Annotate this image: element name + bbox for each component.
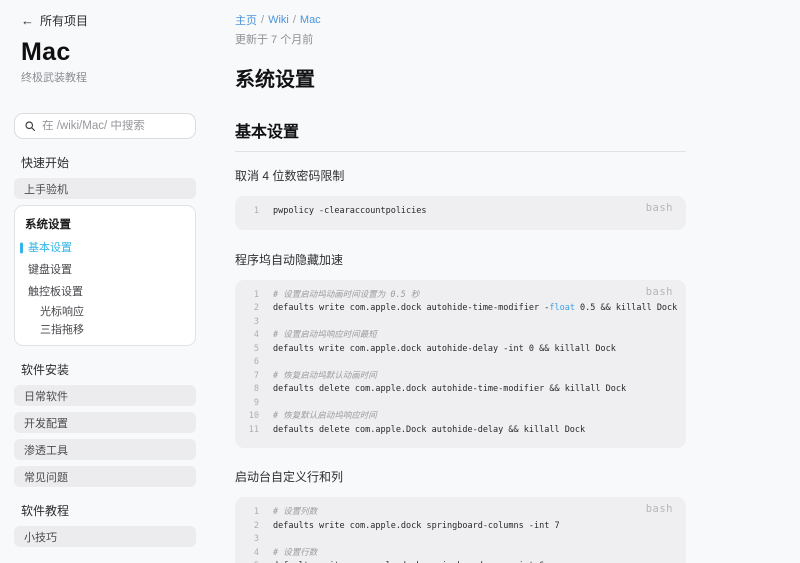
- code-line: 9: [245, 397, 680, 411]
- section-title: 基本设置: [235, 118, 686, 152]
- code-lang-badge: bash: [645, 202, 673, 214]
- line-content: # 恢复启动坞默认动画时间: [273, 370, 377, 381]
- nav-group-system-settings: 系统设置 基本设置 键盘设置 触控板设置 光标响应 三指拖移: [14, 205, 196, 346]
- line-number: 11: [248, 424, 259, 435]
- sidebar-item-dev-config[interactable]: 开发配置: [14, 412, 196, 433]
- line-content: # 设置列数: [273, 507, 318, 517]
- back-label: 所有项目: [40, 14, 89, 28]
- code-line: 11 defaults delete com.apple.Dock autohid…: [245, 424, 680, 438]
- code-lang-badge: bash: [645, 503, 673, 515]
- code-line: 2 defaults write com.apple.dock autohide-…: [245, 302, 680, 316]
- project-subtitle: 终极武装教程: [21, 72, 87, 84]
- code-block: bash 1 # 设置启动坞动画时间设置为 0.5 秒 2 defaults wri…: [235, 279, 686, 448]
- line-number: 2: [253, 520, 259, 531]
- line-number: 8: [253, 384, 259, 394]
- nav-section-label-quickstart: 快速开始: [21, 156, 70, 170]
- sidebar-item-daily-software[interactable]: 日常软件: [14, 385, 196, 406]
- sidebar: ← 所有项目 Mac 终极武装教程 快速开始 上手验机 系统设置 基本设置 键盘…: [14, 12, 196, 553]
- breadcrumb-home-link[interactable]: 主页: [235, 12, 257, 28]
- line-number: 10: [248, 411, 259, 421]
- code-line: 1 # 设置启动坞动画时间设置为 0.5 秒: [245, 289, 680, 303]
- code-line: 4 # 设置启动坞响应时间最短: [245, 329, 680, 343]
- sidebar-item-faq[interactable]: 常见问题: [14, 466, 196, 487]
- code-line: 3: [245, 533, 680, 547]
- line-number: 1: [253, 206, 259, 216]
- nav-section-label-tutorials: 软件教程: [21, 504, 70, 518]
- breadcrumb-wiki-link[interactable]: Wiki: [268, 14, 289, 26]
- sidebar-item-getting-started[interactable]: 上手验机: [14, 178, 196, 199]
- search-box[interactable]: [14, 113, 196, 139]
- code-line: 10 # 恢复默认启动坞响应时间: [245, 410, 680, 424]
- code-block: bash 1 # 设置列数 2 defaults write com.apple.d…: [235, 497, 686, 563]
- sidebar-item-three-finger-drag[interactable]: 三指拖移: [15, 321, 195, 339]
- code-line: 8 defaults delete com.apple.dock autohide…: [245, 383, 680, 397]
- line-content: defaults delete com.apple.dock autohide-…: [273, 384, 627, 394]
- code-keyword: float: [549, 303, 575, 313]
- breadcrumb: 主页 / Wiki / Mac: [235, 12, 686, 28]
- line-number: 3: [253, 534, 259, 544]
- sidebar-item-system-settings[interactable]: 系统设置: [15, 209, 195, 237]
- line-number: 6: [253, 357, 259, 367]
- updated-timestamp: 更新于 7 个月前: [235, 34, 314, 46]
- line-content: defaults write com.apple.dock springboar…: [273, 520, 560, 531]
- sidebar-item-label: 基本设置: [28, 242, 72, 254]
- breadcrumb-current-link[interactable]: Mac: [300, 14, 321, 26]
- snippet-intro: 程序坞自动隐藏加速: [235, 252, 344, 267]
- code-line: 7 # 恢复启动坞默认动画时间: [245, 370, 680, 384]
- line-content: defaults delete com.apple.Dock autohide-…: [273, 424, 586, 435]
- line-number: 9: [253, 397, 259, 408]
- line-number: 1: [253, 289, 259, 300]
- line-content: defaults write com.apple.dock autohide-t…: [273, 302, 677, 316]
- line-content: # 恢复默认启动坞响应时间: [273, 411, 377, 421]
- line-number: 2: [253, 303, 259, 313]
- line-number: 7: [253, 370, 259, 381]
- line-content: # 设置启动坞响应时间最短: [273, 330, 377, 340]
- code-line: 4 # 设置行数: [245, 547, 680, 561]
- line-content: # 设置行数: [273, 547, 318, 558]
- active-indicator: [20, 242, 23, 254]
- sidebar-item-keyboard-settings[interactable]: 键盘设置: [15, 259, 195, 281]
- line-number: 4: [253, 547, 259, 558]
- code-text: defaults write com.apple.dock autohide-t…: [273, 303, 550, 313]
- line-number: 4: [253, 330, 259, 340]
- code-line: 1 # 设置列数: [245, 506, 680, 520]
- line-content: defaults write com.apple.dock autohide-d…: [273, 343, 616, 354]
- content: 主页 / Wiki / Mac 更新于 7 个月前 系统设置 基本设置 取消 4…: [235, 12, 686, 563]
- sidebar-item-cursor-response[interactable]: 光标响应: [15, 303, 195, 321]
- search-input[interactable]: [42, 120, 186, 132]
- line-number: 1: [253, 507, 259, 517]
- breadcrumb-separator: /: [292, 14, 296, 26]
- snippet-intro: 启动台自定义行和列: [235, 470, 344, 484]
- sidebar-item-trackpad-settings[interactable]: 触控板设置: [15, 281, 195, 303]
- nav-section-label-software-install: 软件安装: [21, 363, 70, 377]
- code-line: 5 defaults write com.apple.dock autohide-…: [245, 343, 680, 357]
- line-content: # 设置启动坞动画时间设置为 0.5 秒: [273, 289, 420, 300]
- code-line: 1 pwpolicy -clearaccountpolicies: [245, 205, 680, 219]
- page-title: 系统设置: [235, 69, 315, 91]
- arrow-left-icon: ←: [21, 13, 34, 28]
- project-title: Mac: [21, 38, 71, 66]
- app-root: ← 所有项目 Mac 终极武装教程 快速开始 上手验机 系统设置 基本设置 键盘…: [0, 0, 800, 563]
- code-block: bash 1 pwpolicy -clearaccountpolicies: [235, 196, 686, 230]
- code-line: 3: [245, 316, 680, 330]
- sidebar-item-pentest-tools[interactable]: 渗透工具: [14, 439, 196, 460]
- line-number: 3: [253, 316, 259, 327]
- code-text: 0.5 && killall Dock: [574, 303, 678, 313]
- search-icon: [25, 121, 36, 132]
- sidebar-item-basic-settings[interactable]: 基本设置: [15, 237, 195, 259]
- breadcrumb-separator: /: [261, 14, 265, 26]
- back-link[interactable]: ← 所有项目: [21, 12, 196, 29]
- line-number: 5: [253, 343, 259, 354]
- snippet-intro: 取消 4 位数密码限制: [235, 169, 345, 183]
- sidebar-item-tips[interactable]: 小技巧: [14, 526, 196, 547]
- code-lang-badge: bash: [645, 285, 673, 298]
- line-content: pwpolicy -clearaccountpolicies: [273, 206, 427, 216]
- code-line: 2 defaults write com.apple.dock springboa…: [245, 520, 680, 534]
- code-line: 6: [245, 356, 680, 370]
